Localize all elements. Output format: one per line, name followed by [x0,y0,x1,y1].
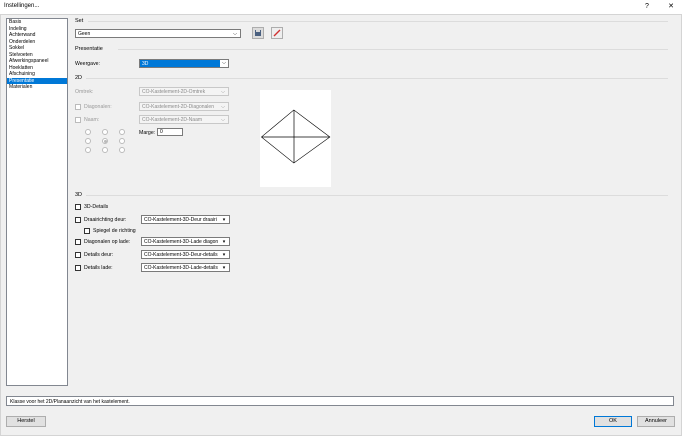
marge-label: Marge: [139,130,156,136]
diagonalen-lade-label: Diagonalen op lade: [84,239,131,245]
set-value: Geen [78,31,91,37]
close-button[interactable]: ✕ [664,2,678,12]
position-radio[interactable] [119,138,125,144]
ok-button[interactable]: OK [594,416,632,427]
weergave-value: 3D [142,61,149,67]
2d-heading: 2D [75,75,83,81]
chevron-down-icon: ⌵ [221,104,225,110]
preview-canvas [260,90,331,187]
herstel-button[interactable]: Herstel [6,416,46,427]
position-radio[interactable] [102,147,108,153]
sidebar-item[interactable]: Materialen [7,84,67,91]
save-button[interactable] [252,27,264,39]
spiegel-label: Spiegel de richting [93,228,136,234]
diagonalen-checkbox[interactable] [75,104,81,110]
set-dropdown[interactable]: Geen ⌵ [75,29,241,38]
details-lade-dropdown[interactable]: CO-Kastelement-3D-Lade-details ▾ [141,263,230,272]
3d-details-checkbox[interactable] [75,204,81,210]
chevron-down-icon: ▾ [222,239,226,245]
weergave-label: Weergave: [75,61,100,67]
presentatie-heading: Presentatie [75,46,103,52]
diagonalen-label: Diagonalen: [84,104,112,110]
naam-value: CO-Kastelement-2D-Naam [142,117,203,123]
naam-dropdown[interactable]: CO-Kastelement-2D-Naam ⌵ [139,115,229,124]
chevron-down-icon: ⌵ [221,89,225,95]
divider [88,21,668,22]
chevron-down-icon: ⌵ [220,60,228,67]
edit-button[interactable] [271,27,283,39]
diagonalen-dropdown[interactable]: CO-Kastelement-2D-Diagonalen ⌵ [139,102,229,111]
diagonalen-lade-dropdown[interactable]: CO-Kastelement-3D-Lade diagon ▾ [141,237,230,246]
diagonalen-lade-value: CO-Kastelement-3D-Lade diagon [144,239,219,245]
divider [118,49,668,50]
set-heading: Set [75,18,84,24]
help-button[interactable]: ? [640,2,654,12]
category-list[interactable]: Basis Indeling Achterwand Onderdelen Sokkel S… [6,18,68,386]
details-deur-checkbox[interactable] [75,252,81,258]
spiegel-checkbox[interactable] [84,228,90,234]
naam-label: Naam: [84,117,100,123]
chevron-down-icon: ⌵ [221,117,225,123]
pencil-icon [273,29,281,37]
details-deur-value: CO-Kastelement-3D-Deur-details [144,252,218,258]
draairichting-checkbox[interactable] [75,217,81,223]
save-icon [255,30,261,36]
details-lade-label: Details lade: [84,265,113,271]
position-radio[interactable] [119,129,125,135]
marge-input[interactable]: 0 [157,128,183,136]
diagonalen-value: CO-Kastelement-2D-Diagonalen [142,104,214,110]
divider [86,195,668,196]
status-text: Klasse voor het 2D/Planaanzicht van het … [10,398,130,405]
draairichting-dropdown[interactable]: CO-Kastelement-3D-Deur draairi ▾ [141,215,230,224]
position-radio[interactable] [102,138,108,144]
chevron-down-icon: ▾ [222,217,226,223]
3d-details-label: 3D-Details [84,204,109,210]
divider [86,78,668,79]
omtrek-label: Omtrek: [75,89,94,95]
position-radio[interactable] [85,138,91,144]
naam-checkbox[interactable] [75,117,81,123]
details-lade-value: CO-Kastelement-3D-Lade-details [144,265,218,271]
window-title: Instellingen... [4,3,40,9]
status-bar: Klasse voor het 2D/Planaanzicht van het … [6,396,674,406]
chevron-down-icon: ▾ [222,252,226,258]
details-lade-checkbox[interactable] [75,265,81,271]
annuleer-button[interactable]: Annuleer [637,416,675,427]
3d-heading: 3D [75,192,83,198]
chevron-down-icon: ⌵ [233,31,237,37]
position-radio[interactable] [102,129,108,135]
position-radio[interactable] [85,147,91,153]
position-radio[interactable] [85,129,91,135]
omtrek-value: CO-Kastelement-2D-Omtrek [142,89,206,95]
details-deur-label: Details deur: [84,252,114,258]
details-deur-dropdown[interactable]: CO-Kastelement-3D-Deur-details ▾ [141,250,230,259]
weergave-dropdown[interactable]: 3D ⌵ [139,59,229,68]
chevron-down-icon: ▾ [222,265,226,271]
title-bar: Instellingen... ? ✕ [0,0,682,14]
omtrek-dropdown[interactable]: CO-Kastelement-2D-Omtrek ⌵ [139,87,229,96]
draairichting-value: CO-Kastelement-3D-Deur draairi [144,217,217,223]
draairichting-label: Draairichting deur: [84,217,127,223]
position-radio[interactable] [119,147,125,153]
diagonalen-lade-checkbox[interactable] [75,239,81,245]
diamond-preview [260,109,331,164]
